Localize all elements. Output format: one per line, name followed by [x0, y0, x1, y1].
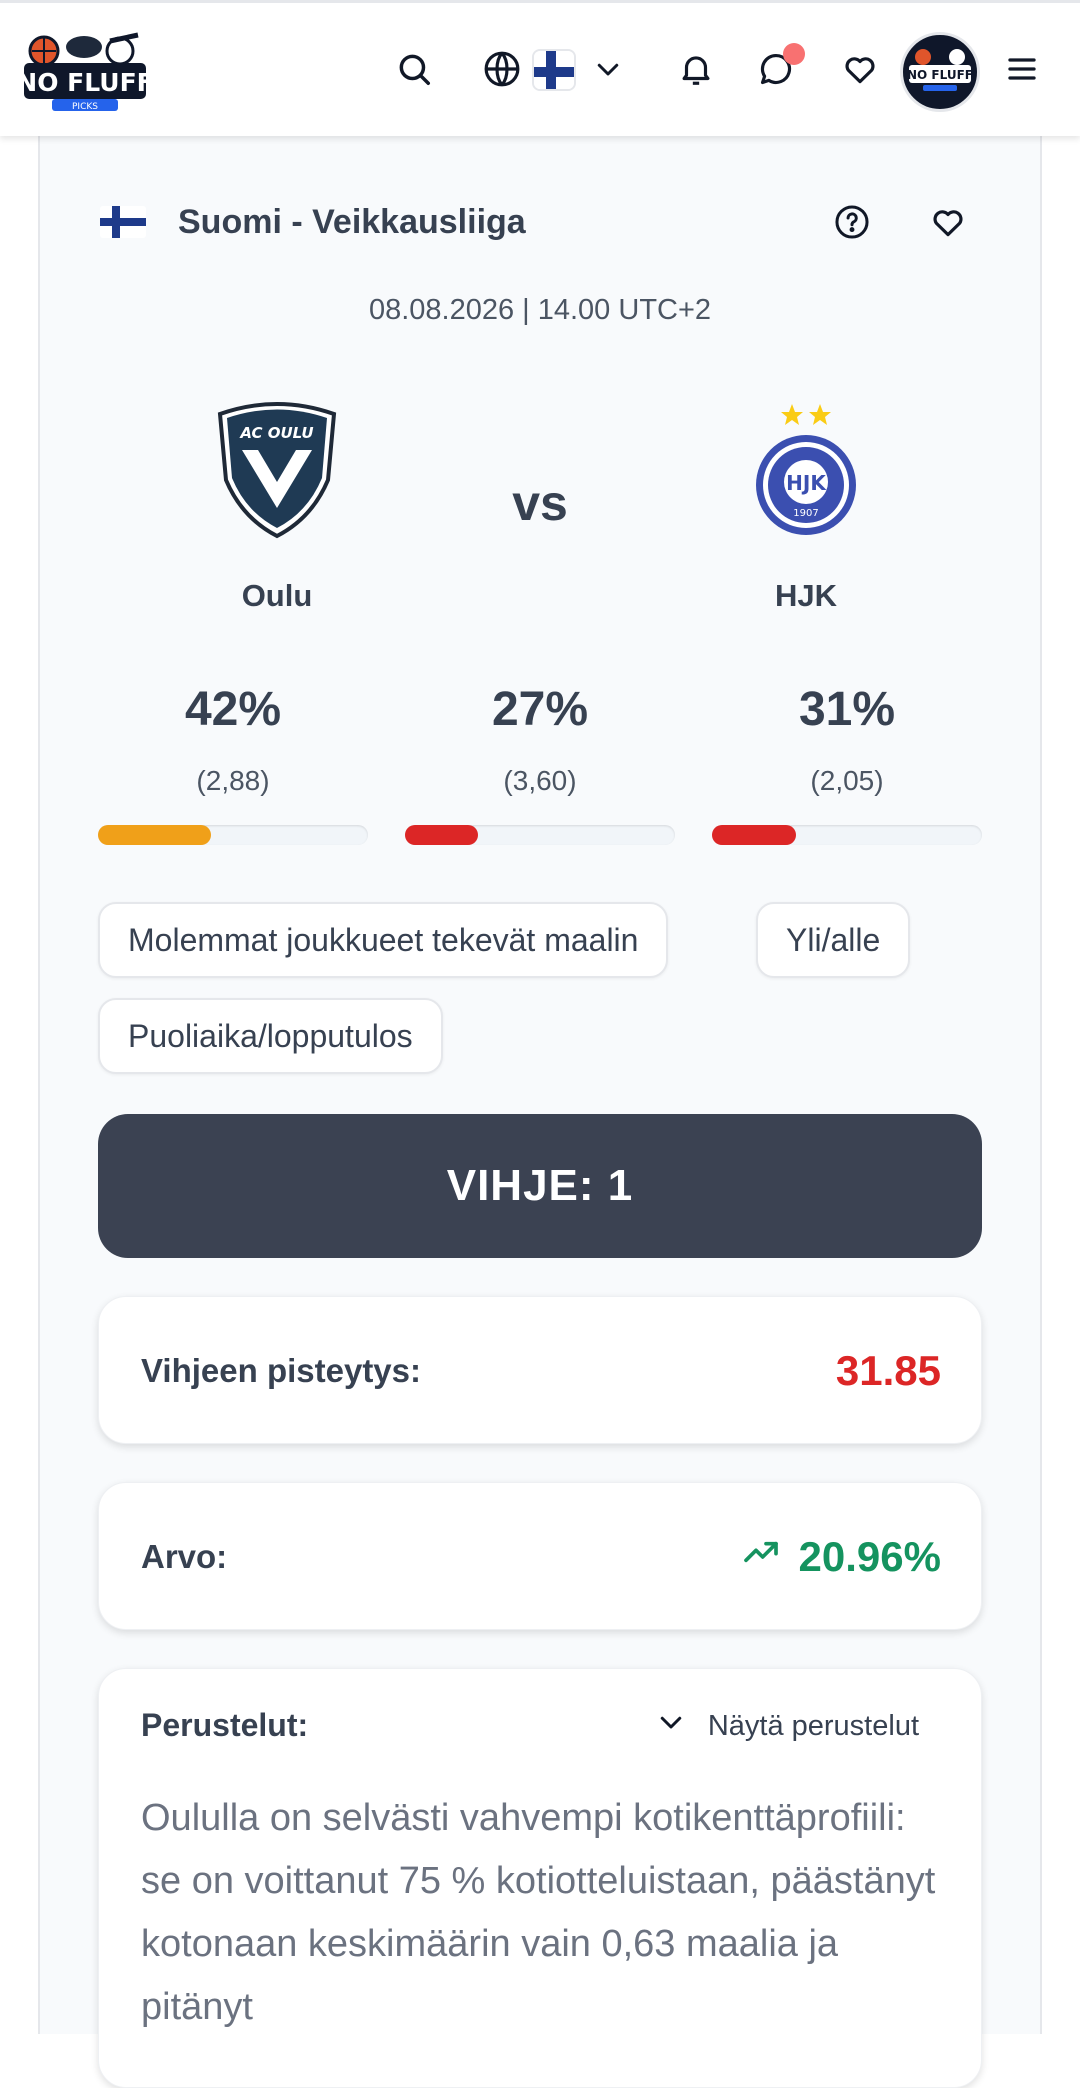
value-amount: 20.96% — [798, 1533, 941, 1580]
market-pill-btts[interactable]: Molemmat joukkueet tekevät maalin — [98, 902, 669, 978]
notification-dot — [783, 43, 805, 65]
help-icon[interactable] — [826, 196, 878, 248]
reasons-card: Perustelut: Näytä perustelut Oululla on … — [98, 1668, 982, 2088]
home-team-name: Oulu — [241, 578, 313, 613]
show-reasons-label: Näytä perustelut — [707, 1709, 919, 1742]
away-team-name: HJK — [774, 578, 837, 613]
svg-text:NO FLUFF: NO FLUFF — [907, 68, 973, 82]
draw-probability: 27% (3,60) — [405, 682, 675, 797]
avatar[interactable]: NO FLUFF — [900, 32, 980, 112]
heart-icon[interactable] — [834, 43, 886, 95]
home-probability-bar-fill — [98, 825, 212, 845]
value-display: 20.96% — [741, 1483, 941, 1631]
league-name[interactable]: Suomi - Veikkausliiga — [178, 203, 526, 242]
home-win-probability: 42% (2,88) — [98, 682, 368, 797]
top-header: NO FLUFF PICKS NO FLUFF — [0, 0, 1080, 136]
probability-odds: (3,60) — [503, 765, 577, 796]
svg-text:NO FLUFF: NO FLUFF — [22, 68, 148, 97]
favorite-heart-icon[interactable] — [922, 196, 974, 248]
draw-probability-bar-fill — [405, 825, 478, 845]
draw-probability-bar — [405, 825, 675, 845]
show-reasons-toggle[interactable]: Näytä perustelut — [656, 1707, 919, 1745]
match-card: Suomi - Veikkausliiga 08.08.2026 | 14.00… — [38, 134, 1042, 2088]
probability-percent: 27% — [491, 683, 589, 736]
search-icon[interactable] — [388, 43, 440, 95]
league-row: Suomi - Veikkausliiga — [100, 192, 1000, 252]
away-probability-bar-fill — [712, 825, 796, 845]
finland-flag-icon — [100, 206, 146, 238]
finland-flag-icon[interactable] — [532, 49, 576, 91]
value-label: Arvo: — [141, 1538, 228, 1575]
probability-percent: 31% — [798, 683, 896, 736]
home-probability-bar — [98, 825, 368, 845]
away-win-probability: 31% (2,05) — [712, 682, 982, 797]
home-team[interactable]: AC OULU Oulu — [117, 390, 437, 614]
tip-banner[interactable]: VIHJE: 1 — [98, 1114, 982, 1258]
chevron-down-icon[interactable] — [582, 43, 634, 95]
svg-text:AC OULU: AC OULU — [239, 424, 313, 442]
away-team[interactable]: HJK 1907 HJK — [646, 390, 966, 614]
reasons-label: Perustelut: — [141, 1707, 309, 1743]
hjk-crest-icon: HJK 1907 — [646, 390, 966, 540]
chevron-down-icon — [656, 1707, 686, 1745]
svg-text:PICKS: PICKS — [72, 102, 98, 112]
svg-text:HJK: HJK — [786, 471, 827, 495]
trending-up-icon — [741, 1532, 781, 1582]
no-fluff-picks-logo[interactable]: NO FLUFF PICKS — [16, 31, 154, 115]
tip-score-value: 31.85 — [835, 1347, 941, 1394]
match-datetime: 08.08.2026 | 14.00 UTC+2 — [368, 294, 712, 326]
value-card: Arvo: 20.96% — [98, 1482, 982, 1630]
globe-icon[interactable] — [476, 43, 528, 95]
tip-score-card: Vihjeen pisteytys: 31.85 — [98, 1296, 982, 1444]
ac-oulu-crest-icon: AC OULU — [117, 390, 437, 540]
reasons-text: Oululla on selvästi vahvempi kotikenttäp… — [141, 1797, 936, 2028]
probability-percent: 42% — [184, 683, 282, 736]
vs-label: vs — [512, 475, 568, 531]
bell-icon[interactable] — [670, 43, 722, 95]
market-pill-over-under[interactable]: Yli/alle — [756, 902, 911, 978]
away-probability-bar — [712, 825, 982, 845]
menu-icon[interactable] — [996, 43, 1048, 95]
svg-text:1907: 1907 — [793, 508, 818, 519]
market-pill-halftime-fulltime[interactable]: Puoliaika/lopputulos — [98, 998, 443, 1074]
tip-score-label: Vihjeen pisteytys: — [141, 1352, 422, 1389]
probability-odds: (2,88) — [196, 765, 270, 796]
probability-odds: (2,05) — [810, 765, 884, 796]
